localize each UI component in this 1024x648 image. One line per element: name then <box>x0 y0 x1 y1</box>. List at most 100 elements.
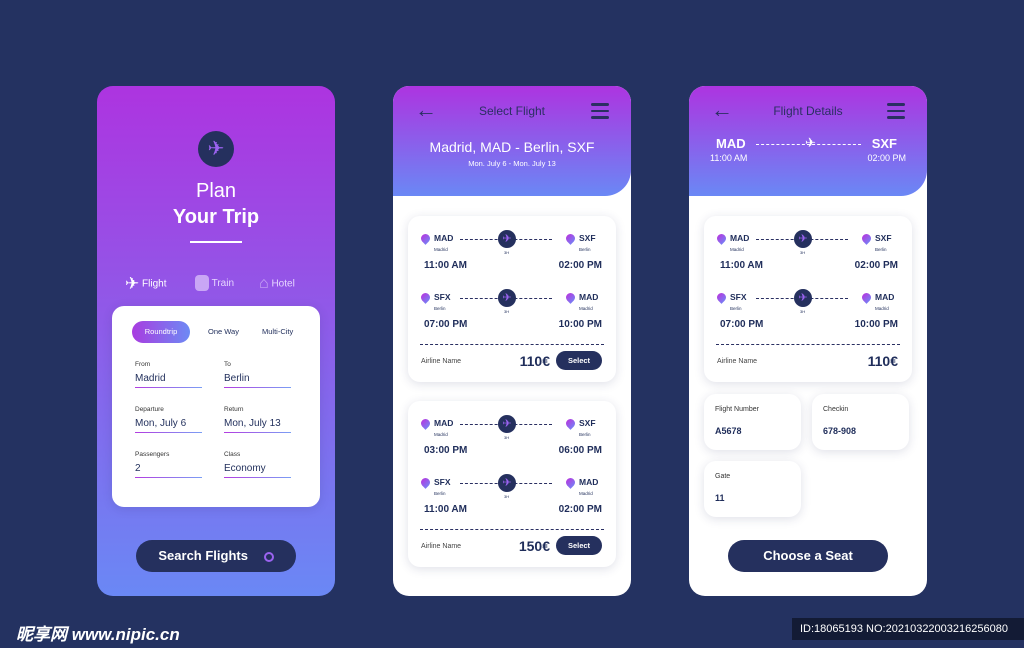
search-flights-button[interactable]: Search Flights <box>136 540 296 572</box>
origin-city: Madrid <box>434 247 448 252</box>
flight-leg: MAD Madrid ✈ 3H SXF Berlin 11:00 AM 02:0… <box>419 230 604 280</box>
plan-trip-screen: ✈ Plan Your Trip ✈ Flight Train ⌂ Hotel … <box>97 86 335 596</box>
location-pin-icon <box>715 232 728 245</box>
info-label: Flight Number <box>715 406 759 413</box>
page-title: Plan Your Trip <box>97 178 335 230</box>
departure-time: 11:00 AM <box>424 260 467 271</box>
divider <box>420 344 604 345</box>
origin-code: MAD <box>730 233 750 243</box>
flight-card[interactable]: MAD Madrid ✈ 3H SXF Berlin 03:00 PM 06:0… <box>408 401 616 567</box>
departure-time: 07:00 PM <box>720 319 764 330</box>
info-value: 678-908 <box>823 426 857 436</box>
trip-type-one-way[interactable]: One Way <box>208 327 239 336</box>
duration: 3H <box>504 250 510 255</box>
flight-leg: MAD Madrid ✈ 3H SXF Berlin 11:00 AM 02:0… <box>715 230 900 280</box>
destination-city: Berlin <box>579 247 591 252</box>
field-label: Class <box>224 451 241 458</box>
mode-tabs: ✈ Flight Train ⌂ Hotel <box>97 274 335 294</box>
hamburger-menu-icon[interactable] <box>887 103 905 123</box>
airplane-icon: ✈ <box>794 230 812 248</box>
divider <box>716 344 900 345</box>
departure-time: 11:00 AM <box>720 260 763 271</box>
tab-hotel[interactable]: ⌂ Hotel <box>259 274 295 295</box>
destination-city: Madrid <box>579 306 593 311</box>
trip-type-multi-city[interactable]: Multi-City <box>262 327 293 336</box>
divider <box>420 529 604 530</box>
field-to[interactable]: To Berlin <box>224 361 291 388</box>
select-button[interactable]: Select <box>556 351 602 370</box>
trip-type-roundtrip[interactable]: Roundtrip <box>132 321 190 343</box>
duration: 3H <box>800 250 806 255</box>
field-value[interactable]: Mon, July 6 <box>135 418 202 433</box>
price: 110€ <box>519 353 550 369</box>
route-title: Madrid, MAD - Berlin, SXF <box>429 139 595 155</box>
origin-code: SFX <box>730 292 747 302</box>
watermark-id: ID:18065193 NO:20210322003216256080 <box>792 618 1024 640</box>
location-pin-icon <box>419 291 432 304</box>
field-departure[interactable]: Departure Mon, July 6 <box>135 406 202 433</box>
tab-label: Hotel <box>271 278 295 290</box>
location-pin-icon <box>564 476 577 489</box>
departure-time: 11:00 AM <box>424 504 467 515</box>
arrival-time: 02:00 PM <box>867 153 906 163</box>
header: ← Select Flight Madrid, MAD - Berlin, SX… <box>393 86 631 196</box>
origin-city: Madrid <box>730 247 744 252</box>
select-flight-screen: ← Select Flight Madrid, MAD - Berlin, SX… <box>393 86 631 596</box>
watermark-logo: 昵享网 www.nipic.cn <box>16 625 180 644</box>
field-label: Passengers <box>135 451 170 458</box>
info-card-flight-number: Flight Number A5678 <box>704 394 801 450</box>
flight-card[interactable]: MAD Madrid ✈ 3H SXF Berlin 11:00 AM 02:0… <box>408 216 616 382</box>
origin-city: Berlin <box>730 306 742 311</box>
location-pin-icon <box>860 232 873 245</box>
destination-code: MAD <box>579 292 599 302</box>
location-pin-icon <box>860 291 873 304</box>
field-value[interactable]: Berlin <box>224 373 291 388</box>
location-pin-icon <box>564 417 577 430</box>
location-pin-icon <box>715 291 728 304</box>
origin-code: MAD <box>434 233 454 243</box>
destination-code: MAD <box>579 477 599 487</box>
select-button[interactable]: Select <box>556 536 602 555</box>
flight-details-screen: ← Flight Details MAD 11:00 AM ✈ SXF 02:0… <box>689 86 927 596</box>
location-pin-icon <box>419 232 432 245</box>
airline-name: Airline Name <box>717 358 758 365</box>
field-class[interactable]: Class Economy <box>224 451 291 478</box>
hamburger-menu-icon[interactable] <box>591 103 609 123</box>
title-underline <box>190 241 242 243</box>
field-return[interactable]: Return Mon, July 13 <box>224 406 291 433</box>
field-value[interactable]: Madrid <box>135 373 202 388</box>
origin-code: SFX <box>434 477 451 487</box>
tab-train[interactable]: Train <box>195 274 234 294</box>
destination-city: Berlin <box>875 247 887 252</box>
field-label: To <box>224 361 231 368</box>
departure-time: 03:00 PM <box>424 445 468 456</box>
choose-seat-button[interactable]: Choose a Seat <box>728 540 888 572</box>
arrival-time: 02:00 PM <box>558 504 602 515</box>
info-value: A5678 <box>715 426 742 436</box>
field-from[interactable]: From Madrid <box>135 361 202 388</box>
airplane-icon: ✈ <box>498 230 516 248</box>
destination-city: Madrid <box>579 491 593 496</box>
field-passengers[interactable]: Passengers 2 <box>135 451 202 478</box>
flight-leg: SFX Berlin ✈ 3H MAD Madrid 11:00 AM 02:0… <box>419 474 604 524</box>
origin-code: MAD <box>434 418 454 428</box>
airline-name: Airline Name <box>421 543 462 550</box>
tab-flight[interactable]: ✈ Flight <box>125 274 166 295</box>
info-value: 11 <box>715 493 725 503</box>
search-form: Roundtrip One Way Multi-City From Madrid T… <box>112 306 320 507</box>
title-line-1: Plan <box>195 180 237 202</box>
info-card-checkin: Checkin 678-908 <box>812 394 909 450</box>
flight-leg: MAD Madrid ✈ 3H SXF Berlin 03:00 PM 06:0… <box>419 415 604 465</box>
header: ← Flight Details MAD 11:00 AM ✈ SXF 02:0… <box>689 86 927 196</box>
airplane-icon: ✈ <box>498 415 516 433</box>
duration: 3H <box>800 309 806 314</box>
duration: 3H <box>504 494 510 499</box>
price: 110€ <box>867 353 898 369</box>
arrival-time: 06:00 PM <box>558 445 602 456</box>
field-value[interactable]: Economy <box>224 463 291 478</box>
tab-label: Flight <box>142 278 167 290</box>
flight-card[interactable]: MAD Madrid ✈ 3H SXF Berlin 11:00 AM 02:0… <box>704 216 912 382</box>
destination-code: SXF <box>579 233 596 243</box>
field-value[interactable]: Mon, July 13 <box>224 418 291 433</box>
field-value[interactable]: 2 <box>135 463 202 478</box>
